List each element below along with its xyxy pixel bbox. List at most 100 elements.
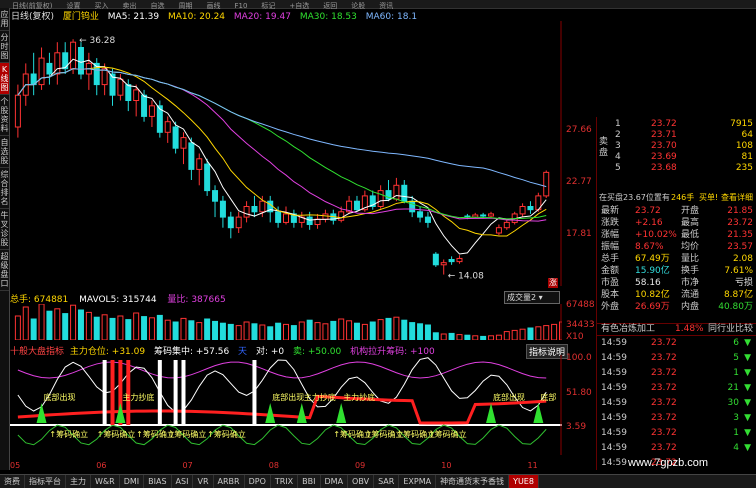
volume-bar (298, 321, 305, 340)
candle-body (495, 227, 502, 234)
queue-line: 在买盘23.67位置有 246手 买单! 查看详细 (597, 192, 756, 203)
quote-row: 市盈 58.16 市净 亏损 (597, 278, 756, 289)
volume-bar (440, 333, 447, 340)
sell-row[interactable]: 4 23.69 81 (597, 152, 756, 163)
indicator-tab[interactable]: ARBR (214, 475, 245, 488)
sell-row[interactable]: 3 23.70 108 (597, 141, 756, 152)
indicator-spike-bar (110, 360, 115, 425)
candle-body (70, 41, 77, 70)
indicator-tab[interactable]: DPO (245, 475, 271, 488)
tick-price: 23.72 (651, 383, 677, 393)
quote-value: 8.67% (635, 242, 664, 252)
vol-axis-label-mid: 34433 (566, 320, 595, 330)
indicator-tab[interactable]: ASI (172, 475, 194, 488)
sidebar-item[interactable]: 应用 (0, 8, 9, 31)
sidebar-item[interactable]: 综合排名 (0, 168, 9, 209)
tick-time: 14:59 (601, 413, 627, 423)
tick-row: 14:59 23.72 4 ▼ (597, 443, 756, 454)
quote-row: 涨跌 +2.16 最高 23.72 (597, 218, 756, 229)
quote-row: 股本 10.82亿 流通 8.87亿 (597, 290, 756, 301)
candle-body (148, 105, 155, 117)
indicator-tab[interactable]: BIAS (144, 475, 172, 488)
indicator-tab[interactable]: EXPMA (399, 475, 437, 488)
volume-bar (369, 321, 376, 340)
date-tick: 11 (527, 461, 538, 470)
volume-bar (22, 306, 29, 340)
tick-price: 23.72 (651, 353, 677, 363)
indicator-tab[interactable]: W&R (91, 475, 120, 488)
price-chart[interactable]: ← 36.28 ← 14.08 (10, 21, 562, 286)
indicator-tab[interactable]: OBV (348, 475, 375, 488)
price-axis-label-mid: 22.77 (566, 177, 592, 187)
sidebar-item[interactable]: 牛叉诊股 (0, 209, 9, 250)
tick-row: 14:59 23.72 5 ▼ (597, 353, 756, 364)
indicator-tab[interactable]: 资费 (0, 475, 25, 488)
volume-bar (535, 326, 542, 340)
sell-row[interactable]: 2 23.71 64 (597, 130, 756, 141)
candle-body (338, 211, 345, 221)
tick-row: 14:59 23.72 6 ▼ (597, 338, 756, 349)
volume-chart[interactable] (10, 304, 562, 340)
sell-volume: 81 (741, 152, 753, 162)
sidebar-item[interactable]: 分时图 (0, 31, 9, 63)
quote-row: 总手 67.49万 量比 2.08 (597, 254, 756, 265)
volume-bar (196, 322, 203, 340)
indicator-tab[interactable]: 指标平台 (25, 475, 66, 488)
tick-row: 14:59 23.72 3 ▼ (597, 413, 756, 424)
candle-body (133, 89, 140, 102)
tick-row: 14:59 23.72 1 ▼ (597, 428, 756, 439)
volume-bar (409, 322, 416, 340)
sidebar-item[interactable]: 超级盘口 (0, 250, 9, 291)
queue-detail-link[interactable]: 查看详细 (721, 192, 753, 203)
volume-bar (290, 325, 297, 340)
quote-row: 金额 15.90亿 换手 7.61% (597, 266, 756, 277)
queue-vol: 246手 (671, 193, 695, 202)
sell-row[interactable]: 1 23.72 7915 (597, 119, 756, 130)
signal-triangle (296, 403, 307, 423)
indicator-tab[interactable]: YUE8 (509, 475, 539, 488)
volume-bar (353, 322, 360, 340)
volume-bar (543, 325, 550, 340)
sell-row[interactable]: 5 23.68 235 (597, 163, 756, 174)
sidebar-item[interactable]: K线图 (0, 63, 9, 95)
indicator-tab[interactable]: DMI (120, 475, 145, 488)
date-tick: 07 (182, 461, 193, 470)
volume-dropdown[interactable]: 成交量2 ▾ (504, 291, 560, 304)
date-tick: 08 (268, 461, 279, 470)
quote-value: 67.49万 (635, 254, 670, 264)
down-arrow-icon: ▼ (744, 443, 751, 453)
indicator-tab[interactable]: SAR (374, 475, 400, 488)
volume-bar (480, 335, 487, 340)
signal-label: 底部 (540, 392, 556, 402)
sidebar-item[interactable]: 个股资料 (0, 95, 9, 136)
tick-row: 14:59 23.72 21 ▼ (597, 383, 756, 394)
date-tick: 10 (441, 461, 452, 470)
industry-name[interactable]: 有色冶炼加工 (601, 324, 655, 335)
volume-bar (385, 317, 392, 340)
industry-compare-link[interactable]: 同行业比较 (708, 324, 753, 335)
volume-bar (472, 335, 479, 340)
quote-label: 涨幅 (601, 230, 620, 240)
indicator-tab[interactable]: BBI (298, 475, 321, 488)
indicator-tab[interactable]: DMA (321, 475, 349, 488)
candle-body (204, 163, 211, 192)
sell-price: 23.68 (651, 163, 677, 173)
indicator-chart[interactable]: 底部出现 主力抄底 底部出现 主力抄底 主力抄底 底部出现 底部↑筹码确立 ↑筹码确立 ↑筹码确… (10, 355, 562, 455)
signal-triangle (265, 403, 276, 423)
tick-price: 23.72 (651, 368, 677, 378)
candle-body (527, 206, 534, 211)
indicator-tab[interactable]: 主力 (66, 475, 91, 488)
indicator-tab[interactable]: 神奇通货末予香钱 (436, 475, 510, 488)
quote-label2: 流通 (681, 290, 700, 300)
zoom-marker[interactable]: 涨 (548, 278, 558, 288)
sidebar-item[interactable]: 自选股 (0, 136, 9, 168)
sell-level: 5 (615, 163, 621, 173)
ind-axis-label-mid: 51.80 (566, 388, 592, 398)
sell-price: 23.71 (651, 130, 677, 140)
candle-body (401, 184, 408, 202)
quote-label: 涨跌 (601, 218, 620, 228)
indicator-tab[interactable]: TRIX (271, 475, 299, 488)
signal-label: 底部出现 (493, 392, 525, 402)
indicator-tab[interactable]: VR (193, 475, 214, 488)
candle-body (243, 206, 250, 218)
